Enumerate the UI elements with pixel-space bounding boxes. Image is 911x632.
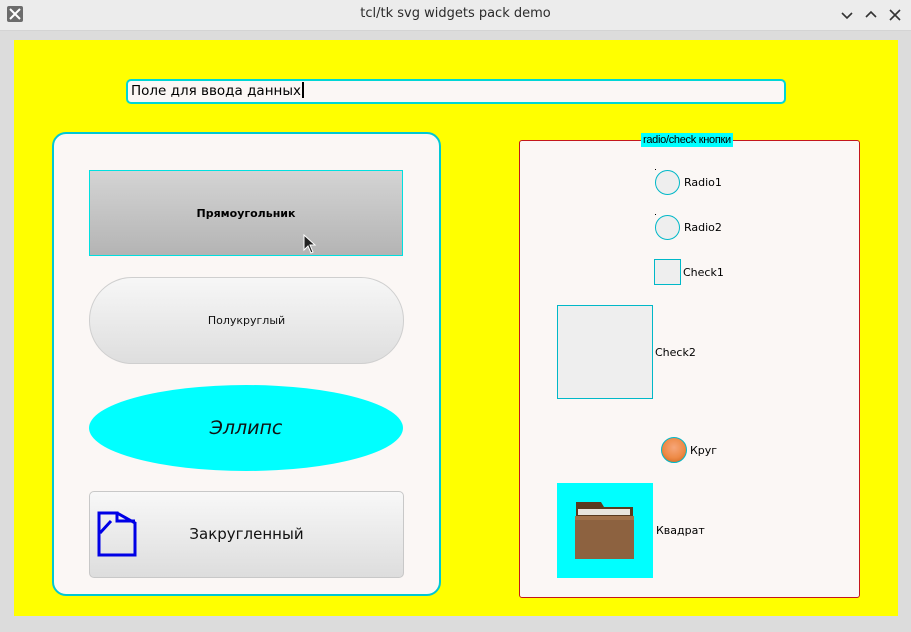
- check2-box[interactable]: [557, 305, 653, 399]
- radio1-label: Radio1: [684, 176, 722, 189]
- radio1-indicator-dot: [655, 169, 656, 170]
- circle-icon[interactable]: [661, 437, 687, 463]
- close-icon[interactable]: [886, 6, 904, 24]
- check2-label: Check2: [655, 346, 696, 359]
- rounded-button-label: Закругленный: [189, 525, 304, 543]
- radio1-button[interactable]: [655, 170, 680, 195]
- rectangle-button[interactable]: Прямоугольник: [89, 170, 403, 256]
- text-caret: [302, 82, 304, 98]
- maximize-icon[interactable]: [862, 6, 880, 24]
- square-check-button[interactable]: [557, 483, 653, 578]
- mouse-cursor-icon: [303, 234, 317, 254]
- check1-label: Check1: [683, 266, 724, 279]
- square-label: Квадрат: [656, 524, 705, 537]
- group-legend: radio/check кнопки: [641, 133, 733, 147]
- radio2-button[interactable]: [655, 215, 680, 240]
- data-entry-field[interactable]: Поле для ввода данных: [126, 79, 786, 104]
- rounded-button[interactable]: Закругленный: [89, 491, 404, 578]
- window-title: tcl/tk svg widgets pack demo: [360, 6, 551, 21]
- semicircle-button-label: Полукруглый: [207, 314, 286, 327]
- folder-icon: [575, 502, 634, 559]
- semicircle-button[interactable]: Полукруглый: [89, 277, 404, 364]
- check1-box[interactable]: [654, 259, 681, 285]
- rectangle-button-label: Прямоугольник: [196, 206, 296, 220]
- entry-value: Поле для ввода данных: [131, 83, 301, 99]
- ellipse-button[interactable]: Эллипс: [89, 385, 403, 471]
- radio2-label: Radio2: [684, 221, 722, 234]
- window-titlebar: tcl/tk svg widgets pack demo: [0, 0, 911, 31]
- circle-label: Круг: [690, 444, 718, 457]
- minimize-icon[interactable]: [838, 6, 856, 24]
- radio2-indicator-dot: [655, 214, 656, 215]
- ellipse-button-label: Эллипс: [209, 417, 283, 439]
